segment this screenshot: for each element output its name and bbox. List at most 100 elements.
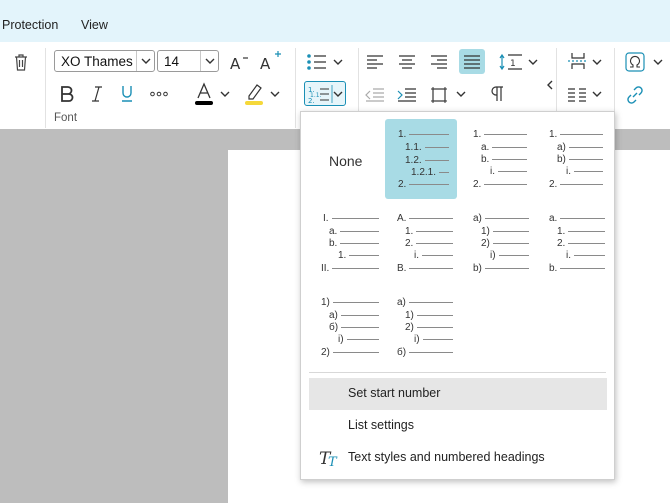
chevron-left-icon[interactable] (544, 78, 556, 92)
list-level-label: a. (329, 227, 379, 237)
list-level-label: b. (481, 155, 527, 165)
list-level-label: a) (557, 143, 603, 153)
list-level-label: 1. (405, 227, 453, 237)
list-level-label: a. (549, 214, 605, 224)
font-size-select[interactable]: 14 (157, 50, 219, 72)
list-level-label: II. (321, 264, 379, 274)
list-level-label: a) (329, 311, 379, 321)
list-level-label: 2. (557, 239, 605, 249)
set-start-number-label: Set start number (348, 386, 441, 400)
numbering-style-4[interactable]: I. a. b. 1. II. (315, 203, 387, 283)
columns-icon[interactable] (566, 85, 588, 105)
chevron-down-icon[interactable] (455, 88, 467, 100)
list-level-label: б) (329, 323, 379, 333)
text-styles-label: Text styles and numbered headings (348, 450, 545, 464)
list-level-label: b. (329, 239, 379, 249)
chevron-down-icon[interactable] (591, 56, 603, 68)
list-level-label: a) (473, 214, 529, 224)
list-level-label: 1. (557, 227, 605, 237)
list-level-label: b) (473, 264, 529, 274)
more-icon[interactable] (149, 86, 169, 102)
pilcrow-icon[interactable] (489, 84, 507, 104)
bullet-list-icon[interactable] (306, 52, 328, 72)
list-level-label: 1.1. (405, 143, 449, 153)
font-color-icon[interactable] (193, 82, 215, 106)
list-level-label: 1. (338, 251, 379, 261)
list-level-label: а) (397, 298, 453, 308)
numbering-style-1[interactable]: 1. 1.1. 1.2. 1.2.1. 2. (385, 119, 457, 199)
chevron-down-icon[interactable] (652, 56, 664, 68)
list-level-label: A. (397, 214, 453, 224)
list-level-label: i) (414, 335, 453, 345)
increase-indent-icon[interactable] (396, 85, 418, 105)
list-level-label: 1. (549, 130, 603, 140)
delete-icon[interactable] (11, 52, 31, 72)
italic-icon[interactable] (89, 85, 105, 103)
list-level-label: I. (323, 214, 379, 224)
list-level-label: 2) (321, 348, 379, 358)
list-level-label: i) (338, 335, 379, 345)
list-level-label: b) (557, 155, 603, 165)
justify-icon[interactable] (459, 49, 485, 74)
list-level-label: 2) (405, 323, 453, 333)
decrease-font-icon[interactable]: A (228, 52, 250, 72)
text-styles-item[interactable]: TT Text styles and numbered headings (309, 442, 607, 474)
page-break-icon[interactable] (566, 51, 588, 71)
chevron-down-icon (136, 51, 154, 71)
list-level-label: 1) (321, 298, 379, 308)
font-size-value: 14 (164, 54, 180, 69)
line-spacing-icon[interactable]: 1 (499, 52, 523, 72)
svg-text:A: A (230, 55, 241, 72)
align-left-icon[interactable] (364, 52, 386, 72)
numbering-style-6[interactable]: a) 1) 2) i) b) (465, 203, 537, 283)
chevron-down-icon[interactable] (332, 56, 344, 68)
numbering-style-2[interactable]: 1. a. b. i. 2. (463, 119, 535, 199)
increase-font-icon[interactable]: A (258, 50, 282, 72)
list-level-label: 2. (398, 180, 449, 190)
list-level-label: b. (549, 264, 605, 274)
list-level-label: б) (397, 348, 453, 358)
font-name-select[interactable]: XO Thames (54, 50, 155, 72)
numbering-style-9[interactable]: а) 1) 2) i) б) (389, 287, 461, 367)
divider (309, 372, 606, 373)
set-start-number-item[interactable]: Set start number (309, 378, 607, 410)
list-level-label: 1. (398, 130, 449, 140)
list-settings-label: List settings (348, 418, 415, 432)
numbering-style-7[interactable]: a. 1. 2. i. b. (541, 203, 613, 283)
list-settings-item[interactable]: List settings (309, 410, 607, 442)
numbering-style-5[interactable]: A. 1. 2. i. B. (389, 203, 461, 283)
numbering-none-option[interactable]: None (329, 153, 362, 169)
align-right-icon[interactable] (428, 52, 450, 72)
list-level-label: i. (414, 251, 453, 261)
menu-protection[interactable]: Protection (2, 18, 58, 32)
list-level-label: 1.2. (405, 156, 449, 166)
list-level-label: 2. (473, 180, 527, 190)
numbering-style-8[interactable]: 1) a) б) i) 2) (315, 287, 387, 367)
list-level-label: 1. (473, 130, 527, 140)
underline-icon[interactable] (119, 85, 135, 103)
list-level-label: i. (490, 167, 527, 177)
numbering-style-3[interactable]: 1. a) b) i. 2. (539, 119, 611, 199)
list-level-label: B. (397, 264, 453, 274)
font-group-label: Font (54, 112, 78, 124)
chevron-down-icon[interactable] (591, 88, 603, 100)
borders-icon[interactable] (428, 84, 450, 106)
align-center-icon[interactable] (396, 52, 418, 72)
bold-icon[interactable] (58, 85, 76, 103)
menu-view[interactable]: View (81, 18, 108, 32)
link-icon[interactable] (624, 84, 646, 106)
list-level-label: 1) (405, 311, 453, 321)
svg-text:T: T (328, 455, 338, 468)
divider (45, 48, 46, 128)
svg-text:A: A (260, 55, 271, 72)
chevron-down-icon[interactable] (219, 88, 231, 100)
chevron-down-icon[interactable] (269, 88, 281, 100)
list-level-label: 2. (405, 239, 453, 249)
decrease-indent-icon (364, 85, 386, 105)
numbered-list-button[interactable]: 1. 1.1. 2. (304, 81, 346, 106)
highlight-icon[interactable] (243, 82, 265, 106)
list-level-label: i. (566, 167, 603, 177)
symbol-icon[interactable] (624, 51, 646, 73)
font-name-value: XO Thames (61, 54, 133, 69)
chevron-down-icon[interactable] (527, 56, 539, 68)
